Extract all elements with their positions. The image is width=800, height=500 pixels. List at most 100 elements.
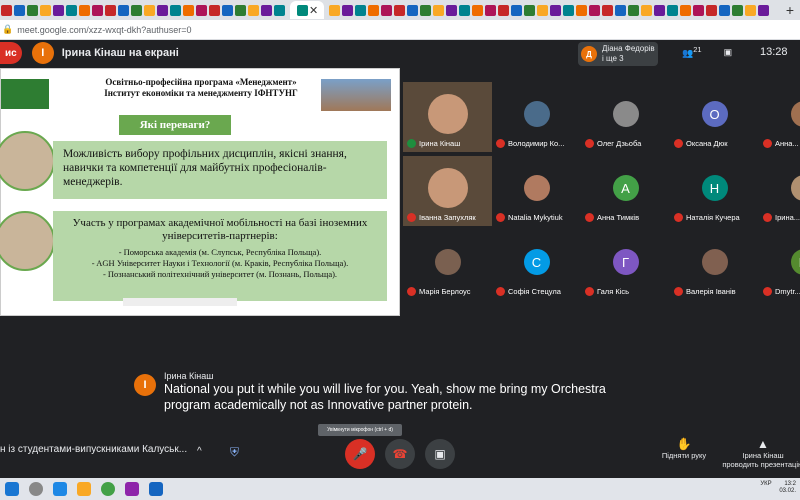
tab-favicon-icon[interactable]	[368, 4, 380, 16]
tab-favicon-icon[interactable]	[511, 4, 523, 16]
tab-favicon-icon[interactable]	[196, 4, 207, 16]
explorer-icon[interactable]	[77, 482, 91, 496]
participant-tile[interactable]: Анна...	[759, 82, 800, 152]
tab-favicon-icon[interactable]	[79, 4, 90, 16]
tab-favicon-icon[interactable]	[680, 4, 692, 16]
participant-tile[interactable]: Володимир Ко...	[492, 82, 581, 152]
tab-favicon-icon[interactable]	[563, 4, 575, 16]
tab-favicon-icon[interactable]	[576, 4, 588, 16]
tab-favicon-icon[interactable]	[329, 4, 341, 16]
participant-tile[interactable]: Н Наталія Кучера	[670, 156, 759, 226]
chrome-icon[interactable]	[101, 482, 115, 496]
active-tab[interactable]: ✕	[290, 1, 325, 19]
tab-favicon-icon[interactable]	[355, 4, 367, 16]
tab-favicon-icon[interactable]	[27, 4, 38, 16]
meeting-details-chevron-icon[interactable]: ^	[197, 446, 202, 457]
participant-name: Анна Тимків	[585, 213, 639, 222]
start-icon[interactable]	[5, 482, 19, 496]
mic-toggle-button[interactable]: 🎤	[345, 439, 375, 469]
tab-favicon-icon[interactable]	[105, 4, 116, 16]
tab-favicon-icon[interactable]	[459, 4, 471, 16]
tab-favicon-icon[interactable]	[209, 4, 220, 16]
present-now-button[interactable]: ▲ Ірина Кінаш проводить презентацію	[722, 437, 800, 469]
tab-favicon-icon[interactable]	[144, 4, 155, 16]
tab-favicon-icon[interactable]	[118, 4, 129, 16]
mic-off-icon	[763, 213, 772, 222]
participant-tile[interactable]: Олег Дзьоба	[581, 82, 670, 152]
tab-favicon-icon[interactable]	[53, 4, 64, 16]
tab-favicon-icon[interactable]	[222, 4, 233, 16]
tab-favicon-icon[interactable]	[732, 4, 744, 16]
tab-favicon-icon[interactable]	[1, 4, 12, 16]
tab-favicon-icon[interactable]	[654, 4, 666, 16]
tab-favicon-icon[interactable]	[745, 4, 757, 16]
tab-favicon-icon[interactable]	[498, 4, 510, 16]
tab-favicon-icon[interactable]	[407, 4, 419, 16]
tab-favicon-icon[interactable]	[615, 4, 627, 16]
tab-favicon-icon[interactable]	[235, 4, 246, 16]
mic-off-icon	[674, 139, 683, 148]
tab-favicon-icon[interactable]	[537, 4, 549, 16]
tab-favicon-icon[interactable]	[433, 4, 445, 16]
address-bar[interactable]: 🔒 meet.google.com/xzz-wxqt-dkh?authuser=…	[0, 20, 800, 40]
tab-favicon-icon[interactable]	[667, 4, 679, 16]
participant-tile[interactable]: Марія Берлоус	[403, 230, 492, 300]
word-icon[interactable]	[149, 482, 163, 496]
viber-icon[interactable]	[125, 482, 139, 496]
participant-tile[interactable]: Natalia Mykytiuk	[492, 156, 581, 226]
tab-favicon-icon[interactable]	[472, 4, 484, 16]
tray-language[interactable]: УКР	[760, 481, 771, 487]
tab-favicon-icon[interactable]	[261, 4, 272, 16]
tab-favicon-icon[interactable]	[628, 4, 640, 16]
slide-share-control[interactable]	[123, 298, 237, 306]
tab-favicon-icon[interactable]	[693, 4, 705, 16]
participant-tile[interactable]: Ірина Кінаш	[403, 82, 492, 152]
participants-button[interactable]: 👥21	[682, 45, 702, 59]
participant-tile[interactable]: Іванна Запухляк	[403, 156, 492, 226]
leave-call-button[interactable]: ☎	[385, 439, 415, 469]
participant-tile[interactable]: D Dmytr...	[759, 230, 800, 300]
tab-favicon-icon[interactable]	[170, 4, 181, 16]
url-text[interactable]: meet.google.com/xzz-wxqt-dkh?authuser=0	[17, 25, 191, 35]
tab-close-icon[interactable]: ✕	[309, 4, 318, 17]
tab-favicon-icon[interactable]	[420, 4, 432, 16]
camera-toggle-button[interactable]: ▣	[425, 439, 455, 469]
tab-favicon-icon[interactable]	[381, 4, 393, 16]
tab-favicon-icon[interactable]	[131, 4, 142, 16]
tab-favicon-icon[interactable]	[524, 4, 536, 16]
search-icon[interactable]	[29, 482, 43, 496]
participant-name-text: Ірина Кінаш	[419, 139, 461, 148]
tab-favicon-icon[interactable]	[394, 4, 406, 16]
tab-favicon-icon[interactable]	[274, 4, 285, 16]
tab-favicon-icon[interactable]	[183, 4, 194, 16]
participant-tile[interactable]: О Оксана Дюк	[670, 82, 759, 152]
participant-tile[interactable]: А Анна Тимків	[581, 156, 670, 226]
tab-favicon-icon[interactable]	[342, 4, 354, 16]
tab-favicon-icon[interactable]	[602, 4, 614, 16]
raise-hand-button[interactable]: ✋ Підняти руку	[652, 437, 716, 460]
join-notification[interactable]: Д Діана Федорів і ще 3	[578, 42, 658, 66]
edge-icon[interactable]	[53, 482, 67, 496]
security-shield-icon[interactable]: ⛨	[230, 445, 239, 460]
participant-tile[interactable]: Валерія Іванів	[670, 230, 759, 300]
participant-tile[interactable]: С Софія Стецула	[492, 230, 581, 300]
chat-icon[interactable]: ▣	[724, 47, 733, 58]
mobility-item: - Познанський політехнічний університет …	[102, 269, 338, 279]
tab-favicon-icon[interactable]	[14, 4, 25, 16]
tab-favicon-icon[interactable]	[92, 4, 103, 16]
tab-favicon-icon[interactable]	[641, 4, 653, 16]
tab-favicon-icon[interactable]	[706, 4, 718, 16]
new-tab-button[interactable]: +	[780, 2, 800, 18]
tab-favicon-icon[interactable]	[66, 4, 77, 16]
tab-favicon-icon[interactable]	[248, 4, 259, 16]
participant-tile[interactable]: Ірина...	[759, 156, 800, 226]
tab-favicon-icon[interactable]	[758, 4, 770, 16]
tab-favicon-icon[interactable]	[40, 4, 51, 16]
tab-favicon-icon[interactable]	[157, 4, 168, 16]
tab-favicon-icon[interactable]	[550, 4, 562, 16]
tab-favicon-icon[interactable]	[589, 4, 601, 16]
tab-favicon-icon[interactable]	[446, 4, 458, 16]
tab-favicon-icon[interactable]	[485, 4, 497, 16]
participant-tile[interactable]: Г Галя Кісь	[581, 230, 670, 300]
tab-favicon-icon[interactable]	[719, 4, 731, 16]
